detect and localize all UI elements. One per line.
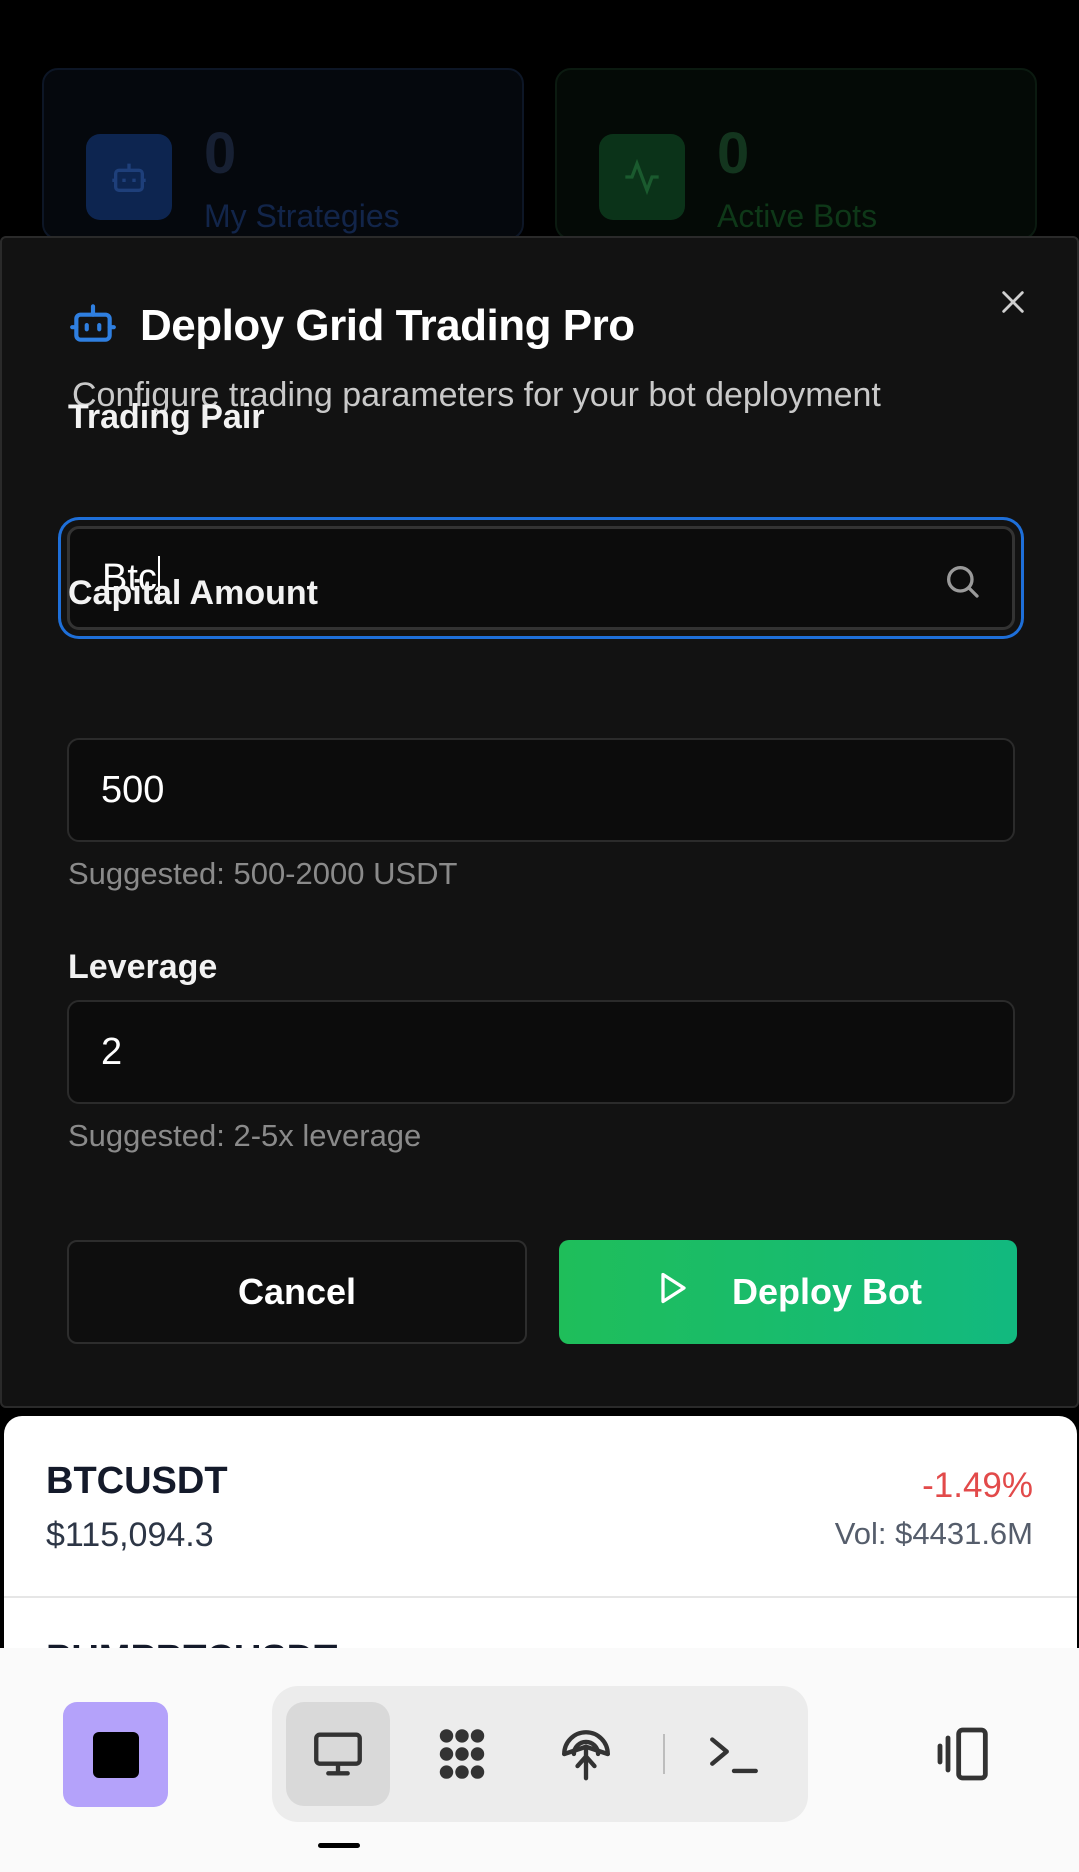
stat-value: 0: [717, 121, 750, 186]
robot-icon: [68, 298, 118, 353]
leverage-hint: Suggested: 2-5x leverage: [68, 1118, 422, 1153]
home-indicator: [318, 1843, 360, 1848]
apps-tool[interactable]: [410, 1702, 514, 1806]
stop-icon: [92, 1731, 139, 1778]
modal-title: Deploy Grid Trading Pro: [140, 300, 635, 350]
search-icon[interactable]: [942, 561, 982, 611]
tool-switcher: [272, 1686, 808, 1822]
close-icon: [1002, 291, 1024, 313]
cancel-label: Cancel: [237, 1271, 357, 1312]
activity-icon: [599, 134, 685, 220]
ticker-row[interactable]: BTCUSDT $115,094.3 -1.49% Vol: $4431.6M: [4, 1416, 1077, 1598]
side-panel-button[interactable]: [924, 1714, 1004, 1794]
leverage-input[interactable]: 2: [67, 1000, 1015, 1104]
leverage-value: 2: [101, 1030, 123, 1073]
play-icon: [654, 1270, 690, 1315]
share-tool[interactable]: [534, 1702, 638, 1806]
ticker-price: $115,094.3: [46, 1516, 214, 1554]
cancel-button[interactable]: Cancel: [67, 1240, 527, 1344]
capital-amount-input[interactable]: 500: [67, 738, 1015, 842]
trading-pair-label: Trading Pair: [68, 398, 265, 436]
capital-amount-value: 500: [101, 768, 165, 811]
ticker-symbol: BTCUSDT: [46, 1460, 228, 1502]
ticker-change: -1.49%: [922, 1466, 1033, 1505]
robot-icon: [86, 134, 172, 220]
deploy-modal: Deploy Grid Trading Pro Configure tradin…: [0, 236, 1079, 1408]
stat-card-active-bots: 0 Active Bots: [555, 68, 1037, 240]
deploy-bot-button[interactable]: Deploy Bot: [559, 1240, 1017, 1344]
close-button[interactable]: [995, 284, 1031, 320]
capital-hint: Suggested: 500-2000 USDT: [68, 856, 458, 891]
terminal-icon: [710, 1737, 758, 1774]
stat-label: My Strategies: [204, 198, 400, 234]
stat-value: 0: [204, 121, 237, 186]
stop-button[interactable]: [63, 1702, 168, 1807]
terminal-tool[interactable]: [682, 1702, 786, 1806]
ticker-volume: Vol: $4431.6M: [834, 1516, 1033, 1551]
ticker-list: BTCUSDT $115,094.3 -1.49% Vol: $4431.6M …: [4, 1416, 1077, 1656]
side-panel-icon: [937, 1727, 988, 1781]
desktop-icon: [314, 1732, 362, 1776]
capital-amount-label: Capital Amount: [68, 574, 318, 612]
share-icon: [562, 1730, 610, 1781]
modal-header: Deploy Grid Trading Pro: [68, 298, 635, 353]
stat-label: Active Bots: [717, 198, 878, 234]
leverage-label: Leverage: [68, 948, 218, 986]
bottom-toolbar: [0, 1648, 1079, 1872]
toolbar-divider: [663, 1734, 665, 1774]
apps-icon: [439, 1729, 485, 1779]
desktop-tool[interactable]: [286, 1702, 390, 1806]
deploy-label: Deploy Bot: [731, 1271, 922, 1312]
stat-card-strategies: 0 My Strategies: [42, 68, 524, 240]
